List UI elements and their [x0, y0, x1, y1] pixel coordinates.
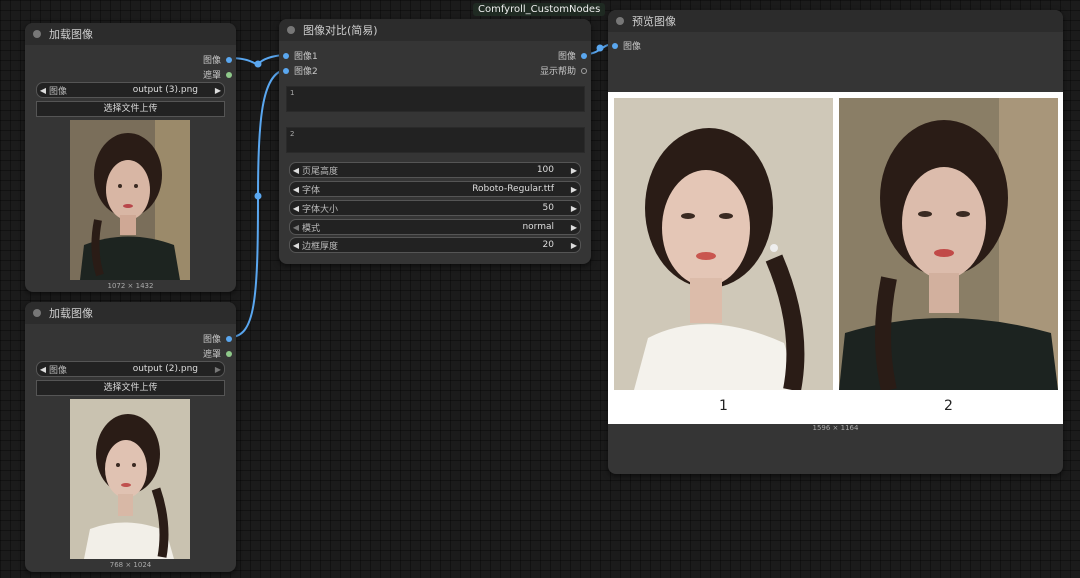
node-header[interactable]: 预览图像	[608, 10, 1063, 32]
link-load1-to-image1	[229, 54, 285, 66]
widget-value: 100	[536, 165, 554, 175]
output-port-icon[interactable]	[581, 52, 587, 59]
border-thickness-widget[interactable]: ◀ 边框厚度 20 ▶	[289, 237, 581, 253]
load-image-node-1[interactable]: 加载图像 图像 遮罩 ◀ 图像 output (3).png ▶ 选择文件上传 …	[25, 23, 236, 292]
preview-image-node[interactable]: 预览图像 图像 1 2 1596 × 1164	[608, 10, 1063, 474]
input-image[interactable]: 图像	[612, 39, 641, 52]
node-title: 图像对比(简易)	[303, 24, 378, 37]
input-label: 图像2	[294, 67, 318, 77]
output-label: 图像	[202, 335, 221, 345]
node-title: 加载图像	[49, 307, 93, 320]
preview-image: 1 2	[608, 92, 1063, 424]
arrow-right-icon[interactable]: ▶	[212, 365, 224, 374]
output-help[interactable]: 显示帮助	[540, 64, 587, 77]
node-pack-badge: Comfyroll_CustomNodes	[473, 3, 606, 16]
widget-label: 图像	[49, 86, 68, 97]
arrow-right-icon[interactable]: ▶	[212, 86, 224, 95]
widget-value: 50	[542, 203, 554, 213]
input-image1[interactable]: 图像1	[283, 49, 318, 62]
widget-label: 页尾高度	[302, 166, 339, 177]
text1-input[interactable]: 1	[286, 86, 585, 112]
image-thumbnail	[70, 399, 190, 559]
widget-label: 边框厚度	[302, 241, 339, 252]
output-image[interactable]: 图像	[203, 53, 232, 66]
node-header[interactable]: 加载图像	[25, 23, 236, 45]
output-port-icon[interactable]	[226, 71, 232, 78]
link-midpoint[interactable]	[596, 44, 604, 52]
link-midpoint[interactable]	[254, 60, 262, 68]
load-image-node-2[interactable]: 加载图像 图像 遮罩 ◀ 图像 output (2).png ▶ 选择文件上传 …	[25, 302, 236, 572]
arrow-right-icon[interactable]: ▶	[568, 241, 580, 250]
image-size-caption: 768 × 1024	[109, 561, 152, 569]
image-compare-node[interactable]: 图像对比(简易) 图像1 图像2 图像 显示帮助 1 2 ◀ 页尾高度 100 …	[279, 19, 591, 264]
arrow-right-icon[interactable]: ▶	[568, 185, 580, 194]
arrow-right-icon[interactable]: ▶	[568, 204, 580, 213]
output-port-icon[interactable]	[226, 335, 232, 342]
widget-value: output (2).png	[132, 364, 198, 374]
output-label: 图像	[202, 56, 221, 66]
widget-label: 图像	[49, 365, 68, 376]
mode-widget[interactable]: ◀ 模式 normal ▶	[289, 219, 581, 235]
preview-label-left: 1	[719, 398, 728, 414]
widget-value: output (3).png	[132, 85, 198, 95]
arrow-left-icon[interactable]: ◀	[290, 166, 302, 175]
preview-label-right: 2	[944, 398, 953, 414]
input-port-icon[interactable]	[283, 67, 289, 74]
output-mask[interactable]: 遮罩	[203, 68, 232, 81]
footer-height-widget[interactable]: ◀ 页尾高度 100 ▶	[289, 162, 581, 178]
image-select[interactable]: ◀ 图像 output (3).png ▶	[36, 82, 225, 98]
node-header[interactable]: 图像对比(简易)	[279, 19, 591, 41]
input-label: 图像	[623, 42, 642, 52]
upload-button[interactable]: 选择文件上传	[36, 101, 225, 117]
arrow-left-icon[interactable]: ◀	[290, 204, 302, 213]
input-label: 图像1	[294, 52, 318, 62]
image-thumbnail	[70, 120, 190, 280]
upload-button[interactable]: 选择文件上传	[36, 380, 225, 396]
output-image[interactable]: 图像	[558, 49, 587, 62]
output-port-icon[interactable]	[226, 350, 232, 357]
arrow-left-icon[interactable]: ◀	[290, 223, 302, 232]
arrow-left-icon[interactable]: ◀	[37, 86, 49, 95]
arrow-left-icon[interactable]: ◀	[290, 241, 302, 250]
preview-photo-left	[614, 98, 833, 390]
arrow-right-icon[interactable]: ▶	[568, 223, 580, 232]
arrow-left-icon[interactable]: ◀	[37, 365, 49, 374]
image-size-caption: 1072 × 1432	[107, 282, 154, 290]
collapse-dot-icon[interactable]	[616, 17, 624, 25]
image-size-caption: 1596 × 1164	[812, 424, 859, 432]
collapse-dot-icon[interactable]	[287, 26, 295, 34]
text2-input[interactable]: 2	[286, 127, 585, 153]
output-label: 图像	[557, 52, 576, 62]
input-port-icon[interactable]	[612, 42, 618, 49]
widget-label: 模式	[302, 223, 321, 234]
widget-label: 字体	[302, 185, 321, 196]
output-port-icon[interactable]	[226, 56, 232, 63]
image-select[interactable]: ◀ 图像 output (2).png ▶	[36, 361, 225, 377]
node-title: 预览图像	[632, 15, 676, 28]
arrow-left-icon[interactable]: ◀	[290, 185, 302, 194]
widget-value: normal	[522, 222, 554, 232]
output-label: 遮罩	[202, 350, 221, 360]
link-load2-to-image2	[229, 69, 285, 338]
output-image[interactable]: 图像	[203, 332, 232, 345]
node-header[interactable]: 加载图像	[25, 302, 236, 324]
widget-value: Roboto-Regular.ttf	[472, 184, 554, 194]
output-port-icon[interactable]	[581, 67, 587, 74]
preview-photo-right	[839, 98, 1058, 390]
collapse-dot-icon[interactable]	[33, 30, 41, 38]
collapse-dot-icon[interactable]	[33, 309, 41, 317]
input-image2[interactable]: 图像2	[283, 64, 318, 77]
widget-value: 20	[542, 240, 554, 250]
output-mask[interactable]: 遮罩	[203, 347, 232, 360]
font-size-widget[interactable]: ◀ 字体大小 50 ▶	[289, 200, 581, 216]
node-title: 加载图像	[49, 28, 93, 41]
arrow-right-icon[interactable]: ▶	[568, 166, 580, 175]
output-label: 显示帮助	[539, 67, 576, 77]
output-label: 遮罩	[202, 71, 221, 81]
input-port-icon[interactable]	[283, 52, 289, 59]
widget-label: 字体大小	[302, 204, 339, 215]
link-midpoint[interactable]	[254, 192, 262, 200]
font-widget[interactable]: ◀ 字体 Roboto-Regular.ttf ▶	[289, 181, 581, 197]
